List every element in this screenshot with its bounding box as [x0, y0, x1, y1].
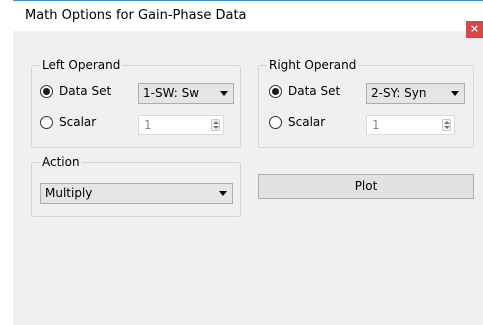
right-scalar-radio-button[interactable]	[269, 115, 282, 129]
left-scalar-label: Scalar	[59, 115, 97, 129]
chevron-down-icon	[220, 91, 228, 96]
left-scalar-radio-button[interactable]	[40, 115, 53, 129]
right-scalar-value: 1	[372, 118, 380, 132]
window-title: Math Options for Gain-Phase Data	[25, 8, 247, 23]
spinner-arrows-icon[interactable]	[211, 119, 220, 131]
left-scalar-value: 1	[144, 118, 152, 132]
left-data-set-dropdown[interactable]: 1-SW: Sw	[138, 83, 234, 104]
left-operand-group: Left Operand Data Set 1-SW: Sw Scalar 1	[31, 58, 241, 148]
right-scalar-radio[interactable]: Scalar	[269, 115, 325, 129]
right-operand-legend: Right Operand	[267, 58, 359, 72]
left-scalar-input[interactable]: 1	[138, 115, 224, 135]
action-value: Multiply	[45, 186, 93, 200]
title-bar: Math Options for Gain-Phase Data	[13, 1, 483, 31]
spinner-arrows-icon[interactable]	[442, 119, 451, 131]
chevron-down-icon	[219, 191, 227, 196]
left-scalar-radio[interactable]: Scalar	[40, 115, 96, 129]
right-data-set-value: 2-SY: Syn	[371, 86, 427, 100]
math-options-dialog: Math Options for Gain-Phase Data × Left …	[13, 0, 483, 325]
left-data-set-radio-button[interactable]	[40, 84, 53, 98]
right-scalar-input[interactable]: 1	[366, 115, 455, 135]
plot-button[interactable]: Plot	[258, 174, 474, 199]
right-data-set-dropdown[interactable]: 2-SY: Syn	[366, 83, 465, 104]
left-data-set-label: Data Set	[59, 84, 112, 98]
right-data-set-radio[interactable]: Data Set	[269, 84, 340, 98]
left-data-set-value: 1-SW: Sw	[143, 86, 200, 100]
left-data-set-radio[interactable]: Data Set	[40, 84, 111, 98]
chevron-down-icon	[451, 91, 459, 96]
action-group: Action Multiply	[31, 155, 241, 217]
right-scalar-label: Scalar	[288, 115, 326, 129]
close-button[interactable]: ×	[466, 21, 483, 38]
right-data-set-label: Data Set	[288, 84, 341, 98]
action-dropdown[interactable]: Multiply	[40, 183, 233, 204]
action-legend: Action	[40, 155, 82, 169]
right-data-set-radio-button[interactable]	[269, 84, 282, 98]
right-operand-group: Right Operand Data Set 2-SY: Syn Scalar …	[258, 58, 474, 148]
left-operand-legend: Left Operand	[40, 58, 123, 72]
